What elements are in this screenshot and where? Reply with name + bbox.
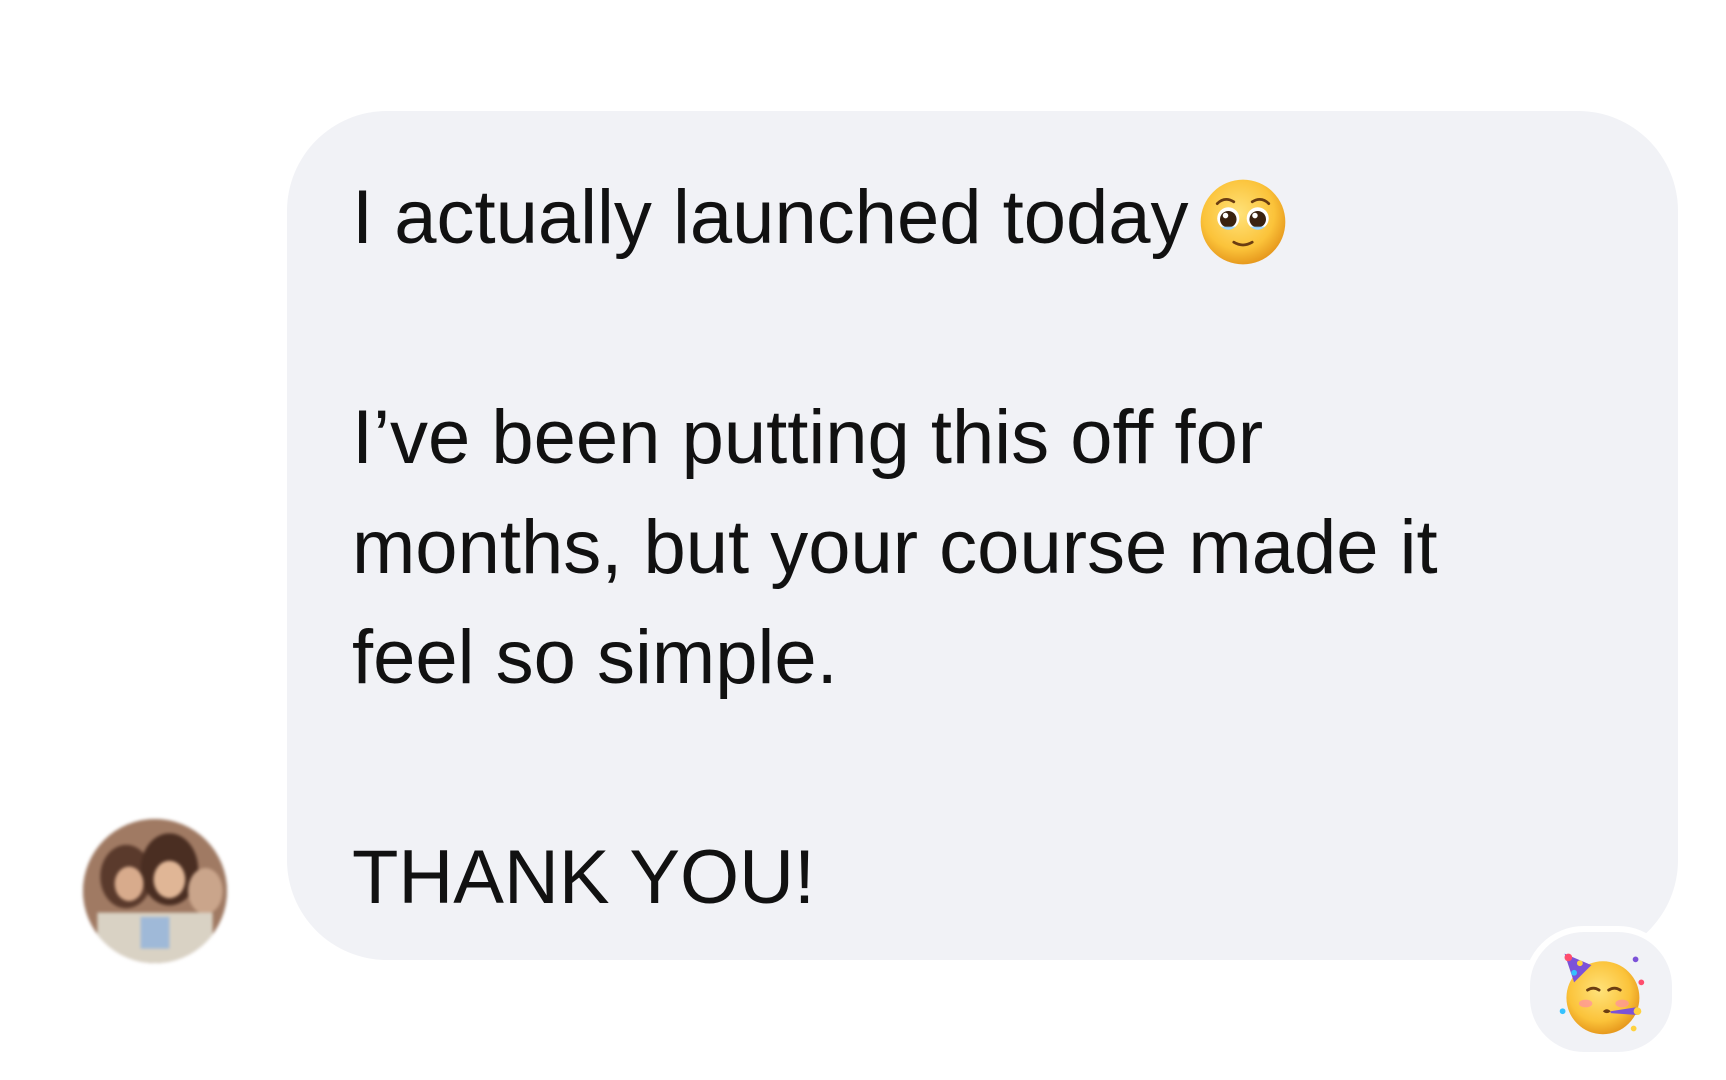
reaction-badge[interactable] [1524,926,1678,1058]
sender-avatar[interactable] [83,819,227,963]
message-text-line-1: I actually launched today [352,175,1189,260]
message-paragraph-2-line-1: I’ve been putting this off for [352,395,1264,480]
message-paragraph-2-line-2: months, but your course made it [352,505,1438,590]
avatar-photo [83,819,227,963]
message-bubble[interactable]: I actually launched today I’ve been putt… [287,111,1678,960]
partying-face-icon [1559,953,1645,1035]
message-paragraph-2-line-3: feel so simple. [352,615,838,700]
message-closing: THANK YOU! [352,835,816,920]
message-line-1: I actually launched today [352,163,1618,273]
pleading-face-icon [1197,176,1289,268]
